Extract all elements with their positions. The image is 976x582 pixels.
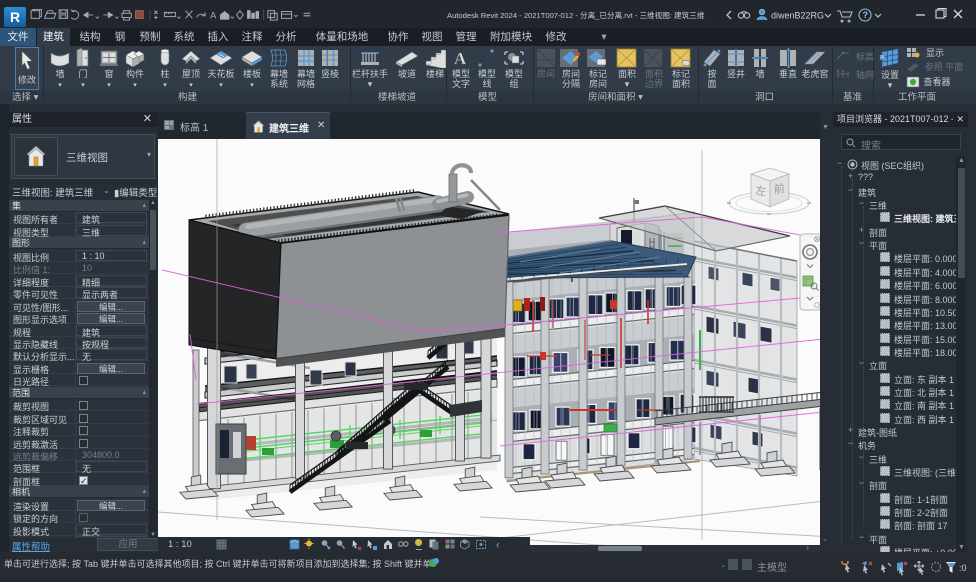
svg-text::0: :0 bbox=[959, 563, 967, 573]
svg-text:左: 左 bbox=[755, 184, 768, 198]
svg-text:diwenB22RG: diwenB22RG bbox=[771, 11, 824, 21]
svg-text:A: A bbox=[454, 49, 467, 68]
svg-text:?: ? bbox=[863, 10, 869, 20]
svg-text:A: A bbox=[210, 10, 217, 20]
svg-text:前: 前 bbox=[773, 181, 785, 196]
svg-text:‹: ‹ bbox=[496, 540, 500, 552]
